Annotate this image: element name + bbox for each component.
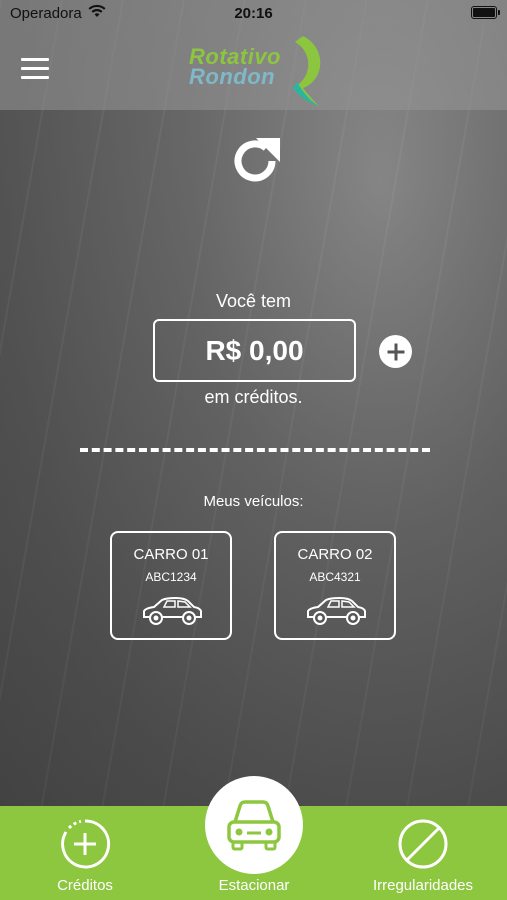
vehicle-card[interactable]: CARRO 02 ABC4321 (274, 531, 396, 640)
nav-irregularidades-button[interactable]: Irregularidades (360, 806, 486, 900)
vehicle-name: CARRO 02 (297, 546, 373, 563)
car-icon (307, 596, 366, 625)
vehicle-plate: ABC4321 (309, 570, 361, 584)
menu-button[interactable] (21, 58, 49, 80)
vehicle-plate: ABC1234 (145, 570, 197, 584)
add-circle-icon (61, 819, 111, 869)
car-icon (227, 800, 281, 851)
nav-irregularidades-label: Irregularidades (372, 877, 474, 894)
header: Operadora 20:16 Rotativo Rondon (0, 0, 507, 110)
vehicle-card[interactable]: CARRO 01 ABC1234 (110, 531, 232, 640)
dashed-divider (80, 448, 430, 452)
refresh-icon[interactable] (226, 132, 284, 190)
add-credit-button[interactable] (379, 335, 412, 368)
credit-outro-text: em créditos. (204, 387, 303, 407)
vehicles-label: Meus veículos: (203, 493, 304, 510)
car-icon (143, 596, 202, 625)
prohibited-icon (398, 819, 448, 869)
app-logo: Rotativo Rondon (185, 30, 325, 108)
vehicle-name: CARRO 01 (133, 546, 209, 563)
menu-icon (21, 58, 49, 61)
battery-icon (471, 6, 500, 19)
clock: 20:16 (234, 5, 273, 22)
park-button[interactable] (205, 776, 303, 874)
nav-creditos-button[interactable]: Créditos (30, 806, 140, 900)
credit-balance: R$ 0,00 (153, 319, 356, 382)
nav-estacionar-label: Estacionar (218, 877, 290, 894)
logo-text-line2: Rondon (189, 64, 276, 89)
status-bar: Operadora 20:16 (0, 0, 507, 28)
nav-creditos-label: Créditos (57, 877, 113, 894)
credit-intro-text: Você tem (215, 291, 292, 311)
